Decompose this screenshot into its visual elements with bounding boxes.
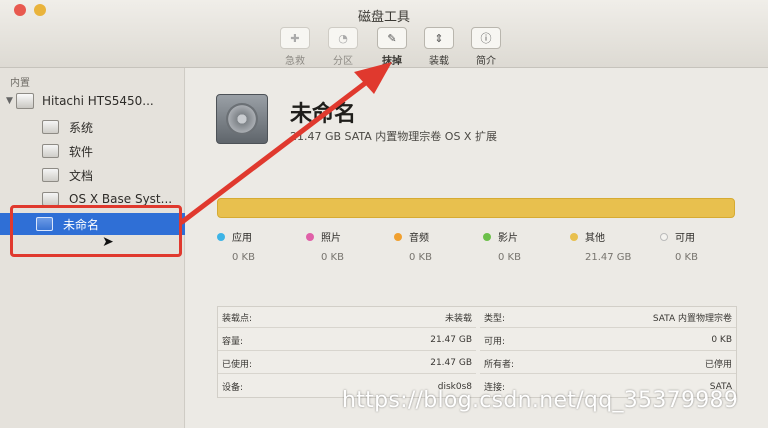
watermark-text: https://blog.csdn.net/qq_35379989 (342, 388, 739, 413)
annotation-arrow (179, 62, 392, 225)
disk-utility-window: 磁盘工具 ✚ 急救 ◔ 分区 ✎ 抹掉 ⇕ 装载 ⓘ 简介 内置 ▼ Hitac… (0, 0, 768, 428)
